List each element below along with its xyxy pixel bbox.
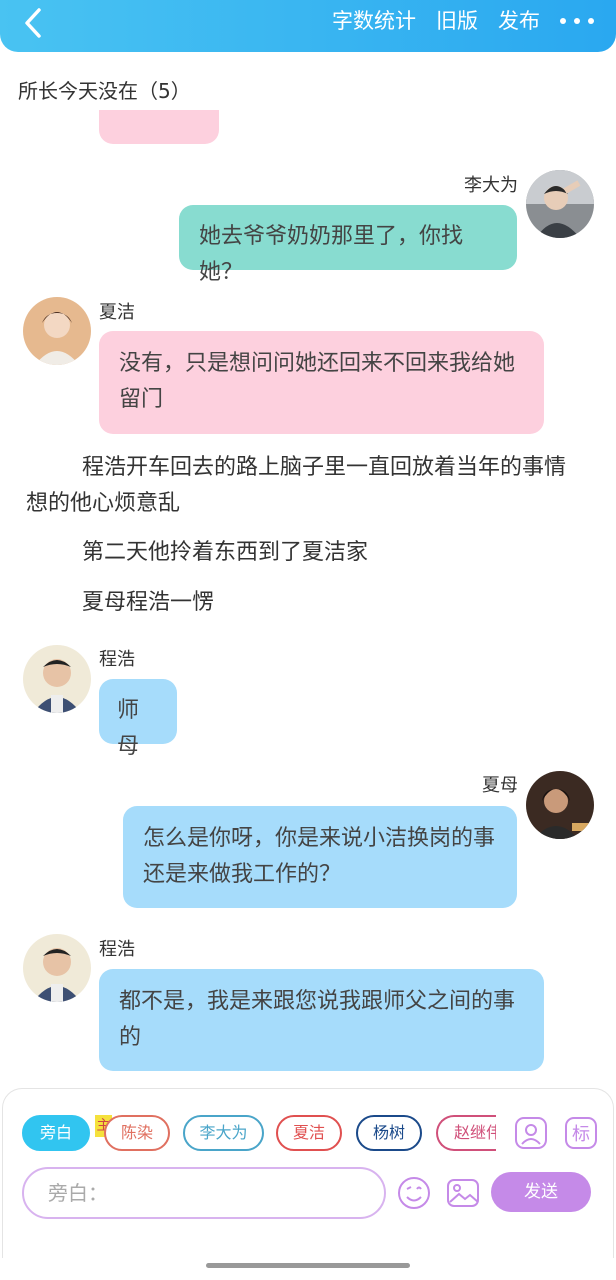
- image-icon[interactable]: [446, 1176, 480, 1210]
- tag-icon[interactable]: 标: [564, 1116, 598, 1150]
- role-chip[interactable]: 杨树: [356, 1115, 422, 1151]
- role-chip[interactable]: 李大为: [183, 1115, 264, 1151]
- avatar-photo-icon: [526, 170, 594, 238]
- home-indicator[interactable]: [206, 1263, 410, 1268]
- message-bubble[interactable]: 怎么是你呀，你是来说小洁换岗的事还是来做我工作的？: [123, 806, 517, 908]
- message-bubble[interactable]: 她去爷爷奶奶那里了，你找她？: [179, 205, 517, 285]
- avatar-photo-icon: [23, 645, 91, 713]
- speaker-name: 夏洁: [99, 302, 135, 323]
- emoji-icon[interactable]: [397, 1176, 431, 1210]
- speaker-name: 夏母: [482, 775, 518, 796]
- avatar[interactable]: [23, 934, 91, 1002]
- avatar-photo-icon: [23, 934, 91, 1002]
- speaker-name: 李大为: [464, 175, 518, 196]
- role-chip[interactable]: 陈染: [104, 1115, 170, 1151]
- back-button[interactable]: [14, 4, 54, 44]
- back-arrow-icon: [25, 8, 41, 38]
- chapter-title: 所长今天没在（5）: [18, 79, 191, 103]
- narration-text: 夏母程浩一愣: [82, 590, 215, 615]
- message-input[interactable]: 旁白：: [22, 1167, 386, 1219]
- avatar[interactable]: [23, 297, 91, 365]
- avatar-photo-icon: [23, 297, 91, 365]
- role-chip-narrator[interactable]: 旁白: [22, 1115, 90, 1151]
- role-chip[interactable]: 赵继伟: [436, 1115, 496, 1151]
- top-bar: 字数统计 旧版 发布: [0, 0, 616, 52]
- narration-text: 第二天他拎着东西到了夏洁家: [82, 540, 369, 565]
- send-button[interactable]: 发送: [491, 1172, 591, 1212]
- narration-text: 程浩开车回去的路上脑子里一直回放着当年的事情想的他心烦意乱: [26, 455, 567, 516]
- message-bubble[interactable]: 师母: [99, 679, 177, 759]
- avatar[interactable]: [526, 771, 594, 839]
- speaker-name: 程浩: [99, 649, 135, 670]
- avatar[interactable]: [23, 645, 91, 713]
- svg-text:标: 标: [572, 1124, 590, 1145]
- role-chip[interactable]: 夏洁: [276, 1115, 342, 1151]
- message-bubble[interactable]: 没有，只是想问问她还回来不回来我给她留门: [99, 331, 544, 434]
- avatar-photo-icon: [526, 771, 594, 839]
- contact-icon[interactable]: [514, 1116, 548, 1150]
- old-version-button[interactable]: 旧版: [436, 6, 478, 36]
- message-bubble[interactable]: 都不是，我是来跟您说我跟师父之间的事的: [99, 969, 544, 1071]
- word-count-button[interactable]: 字数统计: [332, 6, 416, 36]
- speaker-name: 程浩: [99, 939, 135, 960]
- partial-message-bubble: [99, 110, 219, 144]
- publish-button[interactable]: 发布: [498, 6, 540, 36]
- more-options-icon[interactable]: [560, 6, 594, 36]
- avatar[interactable]: [526, 170, 594, 238]
